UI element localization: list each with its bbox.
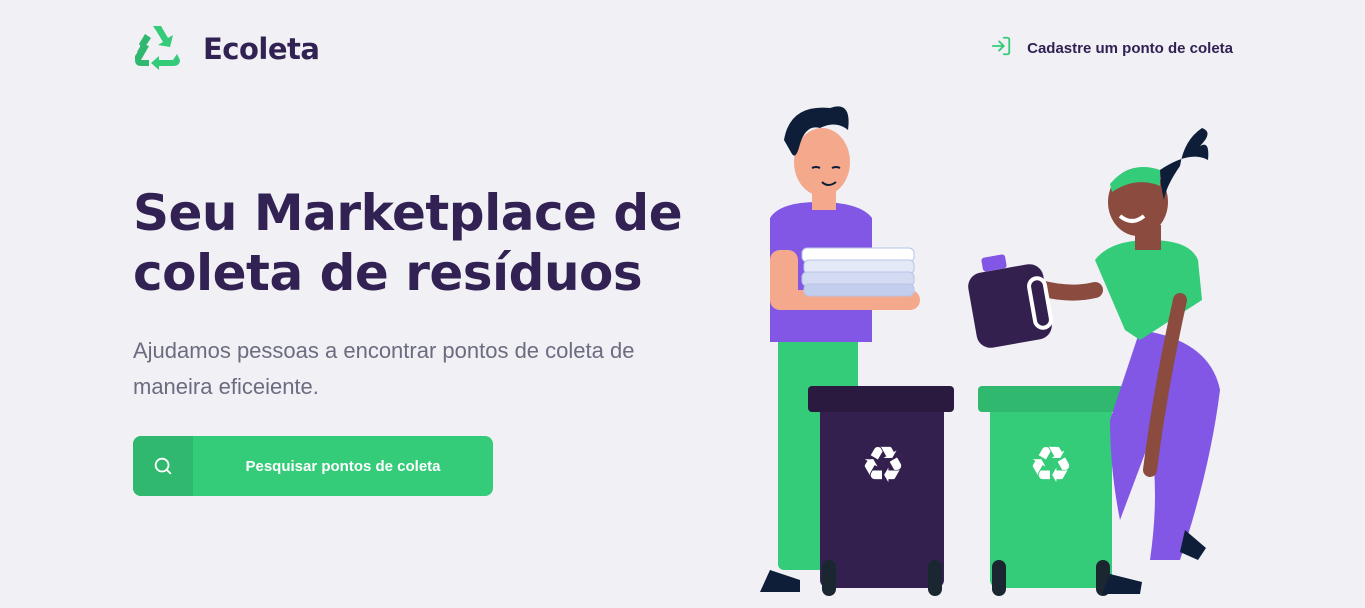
hero-title: Seu Marketplace de coleta de resíduos <box>133 184 683 302</box>
search-icon <box>133 436 193 496</box>
svg-text:♻: ♻ <box>861 436 906 494</box>
purple-bin-illustration: ♻ <box>808 386 954 596</box>
hero-subtitle: Ajudamos pessoas a encontrar pontos de c… <box>133 338 635 399</box>
header: Ecoleta Cadastre um ponto de coleta <box>133 22 1233 70</box>
search-points-label: Pesquisar pontos de coleta <box>245 457 441 475</box>
search-points-button[interactable]: Pesquisar pontos de coleta <box>133 436 493 496</box>
hero-illustration: ♻ ♻ <box>740 90 1240 608</box>
svg-text:♻: ♻ <box>1029 436 1074 494</box>
green-bin-illustration: ♻ <box>978 386 1124 596</box>
logo[interactable]: Ecoleta <box>133 22 320 75</box>
log-in-icon <box>990 35 1027 61</box>
recycle-icon <box>133 22 181 75</box>
register-point-link[interactable]: Cadastre um ponto de coleta <box>990 35 1233 61</box>
register-point-label: Cadastre um ponto de coleta <box>1027 39 1233 57</box>
jug-illustration <box>968 254 1053 348</box>
logo-text: Ecoleta <box>203 31 320 66</box>
